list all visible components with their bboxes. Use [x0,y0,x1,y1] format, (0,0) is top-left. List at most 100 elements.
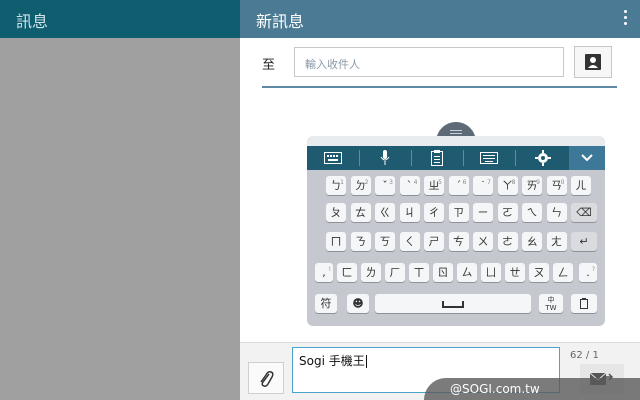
key-label: ㄘ [453,235,464,248]
keyboard-key[interactable]: ˊ6 [448,176,469,195]
key-label: ㄕ [428,235,440,248]
more-options-icon[interactable] [622,10,628,28]
key-label: ㄋ [355,235,366,248]
keyboard-key[interactable]: ㄟ [522,203,542,222]
keyboard-key[interactable]: ㄈ [337,263,357,282]
microphone-icon[interactable] [359,146,411,170]
key-sub-label: 3 [389,179,393,186]
keyboard-key[interactable]: ㄤ [546,232,567,251]
keyboard-key[interactable]: ㄧ [473,203,493,222]
key-label: ㄩ [485,266,497,279]
enter-key[interactable]: ↵ [571,232,597,251]
keyboard-key[interactable]: ㄦ [571,176,591,195]
key-label: ˊ [455,179,462,192]
keyboard-key[interactable]: ˋ4 [399,176,420,195]
key-label: , [322,266,326,279]
keyboard-key[interactable]: ㄖ [433,263,453,282]
keyboard-key[interactable]: ˙ 7 [473,176,493,195]
keyboard-key[interactable]: ㄌ [361,263,381,282]
key-label: ㄤ [551,235,562,248]
keyboard-key[interactable]: ㄊ [350,203,371,222]
keyboard-key[interactable]: ˇ3 [375,176,395,195]
key-label: ㄜ [502,235,513,248]
keyboard-key[interactable]: ㄅ1 [326,176,346,195]
keyboard-key[interactable]: ㄗ [448,203,469,222]
language-key[interactable]: 中 TW [539,294,563,313]
key-label: ㄠ [526,235,538,248]
key-label: ㄟ [526,206,538,219]
keyboard-layout-icon[interactable] [463,146,515,170]
keyboard-key[interactable]: ㄞ9 [522,176,542,195]
keyboard-key[interactable]: ㄒ [409,263,429,282]
key-label: ㄆ [330,206,342,219]
key-label: ㄌ [365,266,377,279]
symbols-key[interactable]: 符 [315,294,337,313]
key-sub-label: 1 [340,179,344,186]
keyboard-key[interactable]: ㄡ [529,263,549,282]
paperclip-icon [260,371,274,387]
key-sub-label: ? [591,266,595,273]
recipient-divider [262,86,617,88]
keyboard-key[interactable]: ㄝ [505,263,525,282]
keyboard-key[interactable]: ㄑ [399,232,420,251]
key-label: ㄛ [502,206,513,219]
key-label: ㄎ [379,235,391,248]
clipboard-key[interactable] [571,294,597,313]
key-sub-label: 0 [560,179,565,186]
key-sub-label: 7 [487,179,491,186]
left-header: 訊息 [0,0,240,38]
recipient-input[interactable]: 輸入收件人 [294,47,564,77]
keyboard-key[interactable]: ㄛ [497,203,518,222]
keyboard-key[interactable]: ㄇ [326,232,346,251]
contacts-button[interactable] [574,46,612,78]
key-label: ㄈ [341,266,353,279]
recipient-label: 至 [262,58,276,73]
key-label: ˙ [480,179,486,192]
keyboard-key[interactable]: ㄢ0 [546,176,567,195]
keyboard-key[interactable]: ㄐ [399,203,420,222]
keyboard-key[interactable]: ㄘ [448,232,469,251]
keyboard-key[interactable]: ㄎ [375,232,395,251]
keyboard-key[interactable]: ㄕ [424,232,444,251]
gear-icon[interactable] [517,146,569,170]
key-label: ㄧ [477,206,489,219]
keyboard-key[interactable]: ㄥ [553,263,573,282]
language-key-top: 中 [547,296,555,304]
collapse-keyboard-button[interactable] [569,146,605,170]
key-label: ㄖ [437,266,449,279]
key-label: ㄍ [379,206,391,219]
keyboard-key[interactable]: ㄩ [481,263,501,282]
keyboard-key[interactable]: ㄚ8 [497,176,518,195]
key-sub-label: ! [328,266,331,273]
watermark-text: @SOGI.com.tw [450,382,540,396]
key-label: ㄑ [404,235,415,248]
chevron-down-icon [581,154,593,162]
emoji-key[interactable]: ☻ [347,294,369,313]
keyboard-key[interactable]: ㄋ [350,232,371,251]
keyboard-key[interactable]: ㄨ [473,232,493,251]
keyboard-key[interactable]: ㄙ [457,263,477,282]
keyboard-key[interactable]: ㄆ [326,203,346,222]
keyboard-key[interactable]: ㄜ [497,232,518,251]
page-title: 訊息 [16,12,49,31]
backspace-key[interactable]: ⌫ [571,203,597,222]
keyboard-key[interactable]: ,! [315,263,333,282]
space-key[interactable] [375,294,531,313]
clipboard-icon[interactable] [411,146,463,170]
keyboard-key[interactable]: ㄣ [546,203,567,222]
keyboard-icon[interactable] [307,146,359,170]
key-label: ㄏ [389,266,401,279]
text-caret [365,355,367,368]
keyboard-key[interactable]: ㄔ [424,203,444,222]
keyboard-key[interactable]: ㄓ5 [424,176,444,195]
keyboard-key[interactable]: .? [579,263,597,282]
keyboard-key[interactable]: ㄏ [385,263,405,282]
keyboard-key[interactable]: ㄠ [522,232,542,251]
watermark: @SOGI.com.tw [424,378,640,400]
floating-keyboard: 符 ☻ 中 TW ㄅ 1 ㄉ 2 ˇ 3 ˋ 4 ㄓ 5 ˊ 6 ˙ 7 ㄚ 8 ㄞ 9 ㄢ 0 ㄦㄆㄊㄍㄐㄔㄗㄧㄛㄟㄣ… [307,136,605,326]
attach-button[interactable] [248,362,284,394]
clipboard-icon [580,298,588,309]
keyboard-key[interactable]: ㄉ2 [350,176,371,195]
key-label: ㄥ [557,266,569,279]
keyboard-key[interactable]: ㄍ [375,203,395,222]
